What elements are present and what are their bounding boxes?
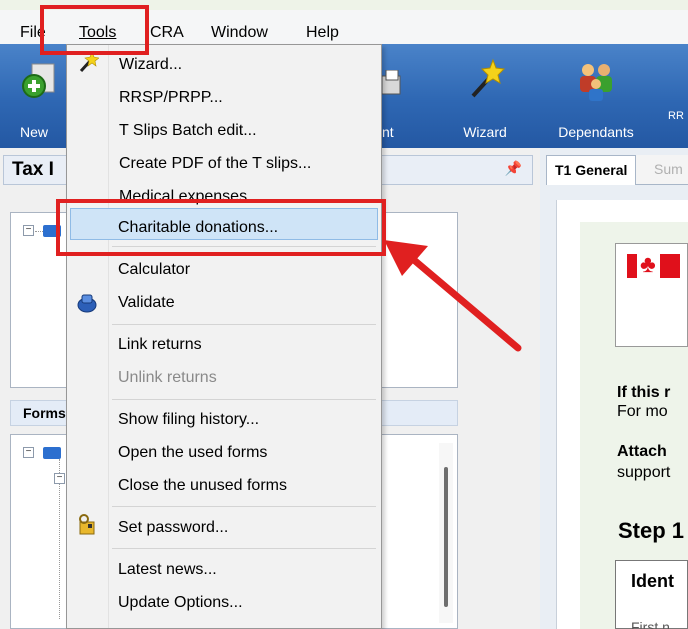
menu-item-link-returns[interactable]: Link returns bbox=[118, 335, 202, 355]
menu-separator bbox=[112, 548, 376, 549]
menu-help[interactable]: Help bbox=[306, 23, 339, 43]
toolbar-wizard-label: Wizard bbox=[463, 124, 507, 140]
flag-bar-right bbox=[660, 254, 680, 278]
tools-dropdown-overlay: Charitable donations... Calculator Valid… bbox=[66, 44, 382, 629]
tab-t1-general[interactable]: T1 General bbox=[546, 155, 637, 185]
tree-collapse-icon[interactable]: − bbox=[23, 225, 34, 236]
form-text-if-this: If this r bbox=[617, 384, 671, 401]
tree-collapse-icon[interactable]: − bbox=[54, 473, 65, 484]
dependants-people-icon bbox=[580, 64, 612, 101]
form-step-heading: Step 1 bbox=[618, 518, 685, 543]
password-key-icon bbox=[79, 514, 95, 535]
flag-bar-left bbox=[627, 254, 637, 278]
annotation-box-tools bbox=[40, 5, 149, 55]
toolbar-dependants-label: Dependants bbox=[558, 124, 634, 140]
menu-item-unlink-returns: Unlink returns bbox=[118, 369, 217, 386]
menu-separator bbox=[112, 324, 376, 325]
menu-cra[interactable]: CRA bbox=[150, 23, 184, 43]
tab-summary[interactable]: Sum bbox=[654, 161, 683, 177]
toolbar-print-button[interactable]: nt bbox=[382, 44, 410, 148]
toolbar-wizard-button[interactable]: Wizard bbox=[450, 44, 520, 148]
new-return-icon bbox=[22, 63, 55, 98]
toolbar-rrsp-button[interactable]: RR bbox=[668, 44, 688, 148]
annotation-arrow-icon bbox=[384, 240, 522, 352]
form-text-for-more: For mo bbox=[617, 403, 668, 420]
wizard-wand-icon bbox=[471, 58, 506, 98]
scrollbar-thumb[interactable] bbox=[444, 467, 448, 607]
menu-item-close-unused-forms[interactable]: Close the unused forms bbox=[118, 476, 287, 496]
toolbar-new-button[interactable]: New bbox=[0, 44, 66, 148]
folder-icon bbox=[43, 447, 61, 459]
forms-scrollbar[interactable] bbox=[439, 443, 453, 623]
annotation-box-charitable bbox=[56, 199, 386, 256]
toolbar-dependants-button[interactable]: Dependants bbox=[548, 44, 644, 148]
tree-collapse-icon[interactable]: − bbox=[23, 447, 34, 458]
menu-item-open-used-forms[interactable]: Open the used forms bbox=[118, 443, 267, 463]
toolbar-print-label: nt bbox=[382, 124, 394, 140]
printer-icon bbox=[382, 70, 401, 95]
identification-box: Ident First n bbox=[615, 560, 688, 629]
forms-panel-title: Forms bbox=[23, 405, 66, 421]
menu-item-set-password[interactable]: Set password... bbox=[118, 518, 228, 538]
menu-item-show-filing-history[interactable]: Show filing history... bbox=[118, 410, 259, 430]
menu-item-validate[interactable]: Validate bbox=[118, 293, 175, 313]
first-name-label: First n bbox=[631, 619, 670, 629]
pin-icon[interactable]: 📌 bbox=[505, 160, 522, 177]
identification-heading: Ident bbox=[631, 571, 674, 591]
toolbar-new-label: New bbox=[20, 124, 49, 140]
form-tabs: T1 General Sum bbox=[546, 155, 688, 185]
tree-connector bbox=[35, 231, 43, 232]
form-text-support: support bbox=[617, 464, 671, 481]
menu-window[interactable]: Window bbox=[211, 23, 268, 43]
tax-panel-title: Tax I bbox=[12, 159, 54, 180]
form-text-attach: Attach bbox=[617, 443, 667, 460]
menu-item-latest-news[interactable]: Latest news... bbox=[118, 560, 217, 580]
validate-icon bbox=[77, 294, 97, 313]
menu-item-calculator[interactable]: Calculator bbox=[118, 260, 190, 280]
toolbar-rrsp-label: RR bbox=[668, 110, 684, 122]
menu-item-update-options[interactable]: Update Options... bbox=[118, 593, 243, 613]
menu-separator bbox=[112, 399, 376, 400]
menu-separator bbox=[112, 506, 376, 507]
maple-leaf-icon: ♣ bbox=[640, 251, 656, 278]
